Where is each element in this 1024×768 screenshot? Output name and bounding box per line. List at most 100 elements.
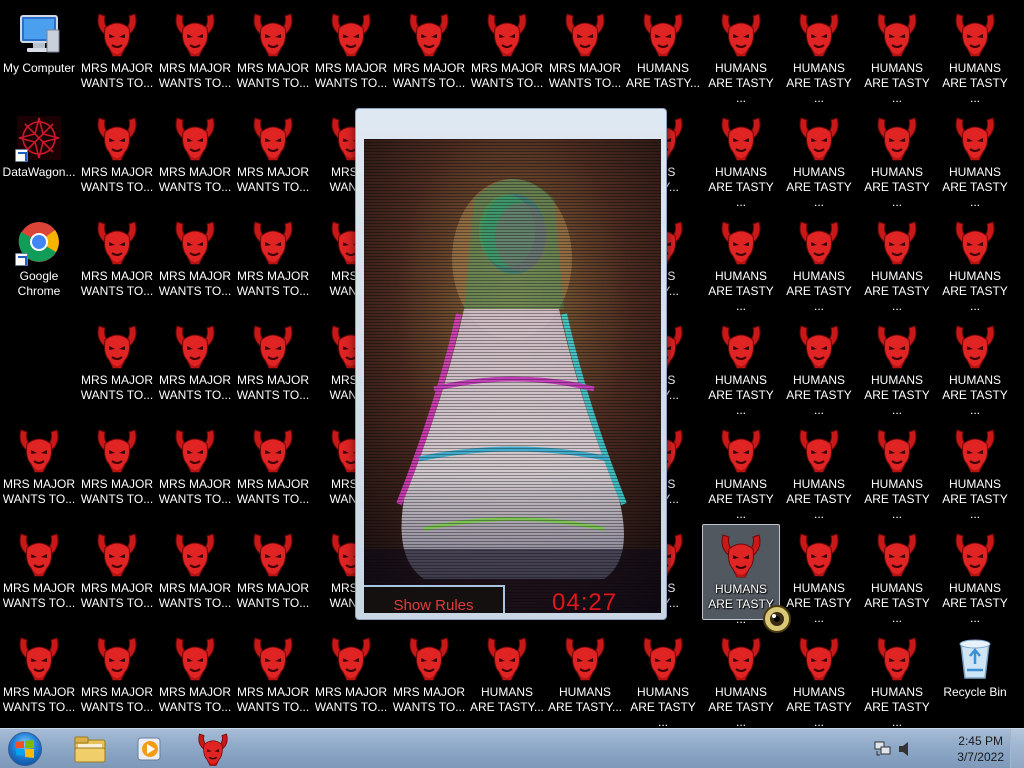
humans-are-tasty-desktop-icon[interactable]: HUMANS ARE TASTY ... [702, 4, 780, 105]
partial-desktop-icon[interactable]: A A [1014, 420, 1024, 516]
humans-are-tasty-desktop-icon[interactable]: HUMANS ARE TASTY ... [780, 420, 858, 521]
humans-are-tasty-desktop-icon[interactable]: HUMANS ARE TASTY... [468, 628, 546, 724]
desktop-icon-label: MRS MAJOR WANTS TO... [158, 165, 232, 194]
humans-are-tasty-desktop-icon[interactable]: HUMANS ARE TASTY ... [702, 212, 780, 313]
humans-are-tasty-desktop-icon[interactable]: HUMANS ARE TASTY ... [936, 4, 1014, 105]
mrs-major-desktop-icon[interactable]: MRS MAJOR WANTS TO... [390, 628, 468, 724]
volume-icon[interactable] [898, 741, 912, 762]
humans-are-tasty-desktop-icon[interactable]: HUMANS ARE TASTY ... [936, 108, 1014, 209]
humans-are-tasty-desktop-icon[interactable]: HUMANS ARE TASTY ... [780, 4, 858, 105]
desktop-icon-label: HUMANS ARE TASTY ... [786, 373, 852, 417]
partial-desktop-icon[interactable]: A A [1014, 4, 1024, 100]
mrs-major-desktop-icon[interactable]: MRS MAJOR WANTS TO... [78, 524, 156, 620]
mrs-major-desktop-icon[interactable]: MRS MAJOR WANTS TO... [546, 4, 624, 100]
red-demon-icon [483, 10, 531, 58]
show-rules-button[interactable]: Show Rules [364, 585, 505, 613]
taskbar-mrs-major-button[interactable] [192, 731, 234, 767]
humans-are-tasty-desktop-icon[interactable]: HUMANS ARE TASTY ... [780, 212, 858, 313]
mrs-major-desktop-icon[interactable]: MRS MAJOR WANTS TO... [0, 524, 78, 620]
mrs-major-desktop-icon[interactable]: MRS MAJOR WANTS TO... [78, 108, 156, 204]
mrs-major-desktop-icon[interactable]: MRS MAJOR WANTS TO... [0, 420, 78, 516]
humans-are-tasty-desktop-icon[interactable]: HUMANS ARE TASTY ... [780, 108, 858, 209]
start-button[interactable] [4, 731, 46, 767]
desktop-icon-label: MRS MAJOR WANTS TO... [236, 61, 310, 90]
mrs-major-desktop-icon[interactable]: MRS MAJOR WANTS TO... [156, 212, 234, 308]
taskbar-explorer-button[interactable] [70, 731, 110, 767]
red-demon-icon [717, 531, 765, 579]
partial-desktop-icon[interactable]: A A [1014, 628, 1024, 724]
partial-desktop-icon[interactable]: A A [1014, 108, 1024, 204]
humans-are-tasty-desktop-icon[interactable]: HUMANS ARE TASTY ... [702, 316, 780, 417]
recycle-bin-icon [951, 634, 999, 682]
mrs-major-desktop-icon[interactable]: MRS MAJOR WANTS TO... [468, 4, 546, 100]
humans-are-tasty-desktop-icon[interactable]: HUMANS ARE TASTY ... [858, 420, 936, 521]
mrs-major-desktop-icon[interactable]: MRS MAJOR WANTS TO... [156, 628, 234, 724]
partial-desktop-icon[interactable]: A A [1014, 212, 1024, 308]
taskbar-media-player-button[interactable] [130, 731, 170, 767]
mrs-major-popup-window[interactable]: Show Rules 04:27 [355, 108, 667, 620]
datawagon-shortcut[interactable]: DataWagon... [0, 108, 78, 204]
recycle-bin[interactable]: Recycle Bin [936, 628, 1014, 724]
mrs-major-desktop-icon[interactable]: MRS MAJOR WANTS TO... [234, 4, 312, 100]
red-demon-icon [951, 218, 999, 266]
mrs-major-desktop-icon[interactable]: MRS MAJOR WANTS TO... [0, 628, 78, 724]
shortcut-arrow-icon [15, 149, 28, 162]
humans-are-tasty-desktop-icon[interactable]: HUMANS ARE TASTY ... [858, 108, 936, 209]
humans-are-tasty-desktop-icon[interactable]: HUMANS ARE TASTY ... [780, 316, 858, 417]
humans-are-tasty-desktop-icon[interactable]: HUMANS ARE TASTY ... [858, 628, 936, 728]
humans-are-tasty-desktop-icon[interactable]: HUMANS ARE TASTY ... [858, 4, 936, 105]
humans-are-tasty-desktop-icon[interactable]: HUMANS ARE TASTY ... [858, 316, 936, 417]
mrs-major-desktop-icon[interactable]: MRS MAJOR WANTS TO... [156, 108, 234, 204]
humans-are-tasty-desktop-icon[interactable]: HUMANS ARE TASTY ... [702, 420, 780, 521]
desktop-icon-label: HUMANS ARE TASTY ... [786, 61, 852, 105]
mrs-major-desktop-icon[interactable]: MRS MAJOR WANTS TO... [234, 108, 312, 204]
desktop-icon-label: HUMANS ARE TASTY ... [786, 685, 852, 728]
my-computer[interactable]: My Computer [0, 4, 78, 100]
mrs-major-desktop-icon[interactable]: MRS MAJOR WANTS TO... [312, 628, 390, 724]
clock[interactable]: 2:45 PM 3/7/2022 [957, 733, 1004, 765]
mrs-major-desktop-icon[interactable]: MRS MAJOR WANTS TO... [156, 4, 234, 100]
mrs-major-desktop-icon[interactable]: MRS MAJOR WANTS TO... [234, 524, 312, 620]
humans-are-tasty-desktop-icon[interactable]: HUMANS ARE TASTY ... [936, 524, 1014, 625]
humans-are-tasty-desktop-icon[interactable]: HUMANS ARE TASTY ... [702, 628, 780, 728]
mrs-major-desktop-icon[interactable]: MRS MAJOR WANTS TO... [156, 420, 234, 516]
mrs-major-desktop-icon[interactable]: MRS MAJOR WANTS TO... [78, 628, 156, 724]
humans-are-tasty-desktop-icon[interactable]: HUMANS ARE TASTY ... [780, 628, 858, 728]
partial-desktop-icon[interactable]: A A [1014, 316, 1024, 412]
mrs-major-desktop-icon[interactable]: MRS MAJOR WANTS TO... [156, 524, 234, 620]
mrs-major-desktop-icon[interactable]: MRS MAJOR WANTS TO... [78, 316, 156, 412]
mrs-major-desktop-icon[interactable]: MRS MAJOR WANTS TO... [78, 212, 156, 308]
humans-are-tasty-desktop-icon[interactable]: HUMANS ARE TASTY... [624, 4, 702, 100]
humans-are-tasty-desktop-icon[interactable]: HUMANS ARE TASTY ... [858, 212, 936, 313]
red-demon-icon [93, 10, 141, 58]
mrs-major-desktop-icon[interactable]: MRS MAJOR WANTS TO... [234, 316, 312, 412]
desktop-icon-label: HUMANS ARE TASTY ... [942, 165, 1008, 209]
partial-desktop-icon[interactable]: A A [1014, 524, 1024, 620]
red-demon-icon [171, 114, 219, 162]
mrs-major-desktop-icon[interactable]: MRS MAJOR WANTS TO... [156, 316, 234, 412]
humans-are-tasty-desktop-icon[interactable]: HUMANS ARE TASTY ... [936, 316, 1014, 417]
red-demon-icon [951, 114, 999, 162]
red-demon-icon [93, 114, 141, 162]
red-demon-icon [327, 634, 375, 682]
red-demon-icon [795, 426, 843, 474]
red-demon-icon [951, 10, 999, 58]
google-chrome-shortcut[interactable]: Google Chrome [0, 212, 78, 308]
mrs-major-desktop-icon[interactable]: MRS MAJOR WANTS TO... [234, 212, 312, 308]
mrs-major-desktop-icon[interactable]: MRS MAJOR WANTS TO... [234, 420, 312, 516]
mrs-major-desktop-icon[interactable]: MRS MAJOR WANTS TO... [312, 4, 390, 100]
humans-are-tasty-desktop-icon[interactable]: HUMANS ARE TASTY ... [936, 420, 1014, 521]
network-icon[interactable] [874, 741, 892, 762]
mrs-major-desktop-icon[interactable]: MRS MAJOR WANTS TO... [78, 4, 156, 100]
humans-are-tasty-desktop-icon[interactable]: HUMANS ARE TASTY ... [858, 524, 936, 625]
humans-are-tasty-desktop-icon[interactable]: HUMANS ARE TASTY... [546, 628, 624, 724]
humans-are-tasty-desktop-icon[interactable]: HUMANS ARE TASTY ... [936, 212, 1014, 313]
mrs-major-desktop-icon[interactable]: MRS MAJOR WANTS TO... [78, 420, 156, 516]
show-desktop-button[interactable] [1010, 729, 1024, 768]
humans-are-tasty-desktop-icon[interactable]: HUMANS ARE TASTY ... [702, 108, 780, 209]
humans-are-tasty-desktop-icon[interactable]: HUMANS ARE TASTY ... [624, 628, 702, 728]
desktop-icon-label: HUMANS ARE TASTY ... [864, 61, 930, 105]
desktop-icon-label: HUMANS ARE TASTY ... [864, 581, 930, 625]
mrs-major-desktop-icon[interactable]: MRS MAJOR WANTS TO... [234, 628, 312, 724]
mrs-major-desktop-icon[interactable]: MRS MAJOR WANTS TO... [390, 4, 468, 100]
